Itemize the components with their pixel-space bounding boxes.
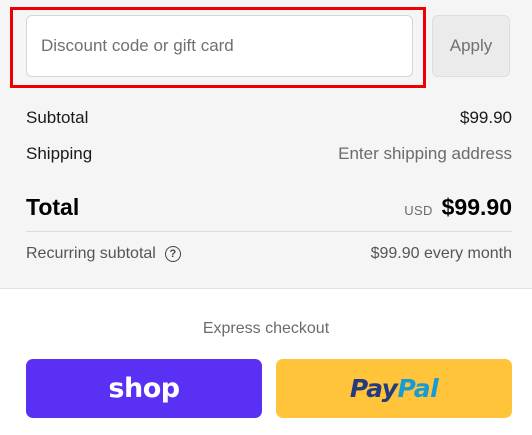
shop-logo: shop <box>108 373 180 404</box>
total-label: Total <box>26 193 80 220</box>
shop-pay-button[interactable]: shop <box>26 359 262 418</box>
subtotal-value: $99.90 <box>460 108 512 127</box>
paypal-logo-pal: Pal <box>397 374 439 403</box>
recurring-row: Recurring subtotal ? $99.90 every month <box>26 242 512 266</box>
question-circle-icon[interactable]: ? <box>164 246 181 262</box>
recurring-subtotal-label: Recurring subtotal <box>26 245 156 262</box>
apply-button[interactable]: Apply <box>432 15 510 77</box>
currency-code: USD <box>404 202 433 218</box>
shipping-label: Shipping <box>26 144 93 163</box>
total-row: Total USD $99.90 <box>26 191 512 223</box>
order-summary: Apply Subtotal $99.90 Shipping Enter shi… <box>0 0 532 289</box>
express-checkout-label: Express checkout <box>202 320 330 337</box>
total-value: $99.90 <box>441 193 512 220</box>
paypal-button[interactable]: Pay Pal <box>276 359 512 418</box>
discount-code-input[interactable] <box>26 15 413 77</box>
recurring-subtotal-value: $99.90 every month <box>370 245 512 262</box>
subtotal-label: Subtotal <box>26 108 89 127</box>
shipping-value: Enter shipping address <box>338 144 512 163</box>
subtotal-row: Subtotal $99.90 <box>26 106 512 130</box>
divider <box>26 231 512 232</box>
paypal-logo-pay: Pay <box>349 374 398 403</box>
shipping-row: Shipping Enter shipping address <box>26 142 512 166</box>
